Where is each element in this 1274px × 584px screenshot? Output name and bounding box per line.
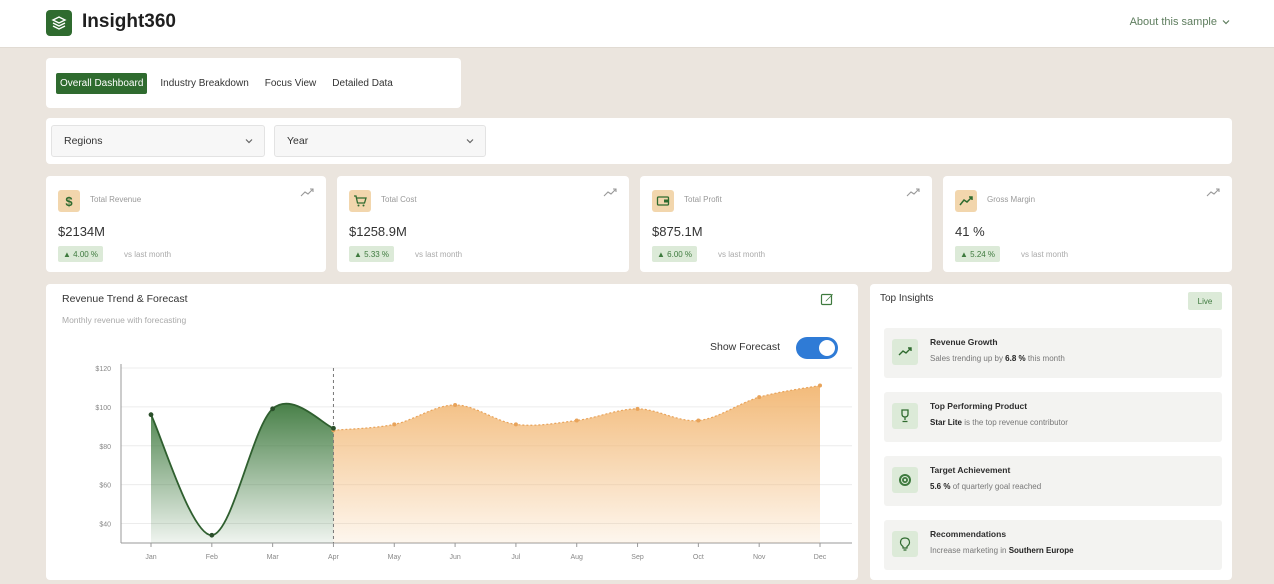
trend-up-icon (892, 339, 918, 365)
tab-overall-dashboard[interactable]: Overall Dashboard (56, 72, 148, 94)
app-title: Insight360 (82, 11, 176, 32)
kpi-change-badge: ▲ 4.00 % (58, 246, 104, 262)
y-tick-label: $80 (99, 444, 111, 451)
live-badge: Live (1188, 292, 1222, 310)
actual-point (209, 532, 215, 538)
kpi-value: 41 % (955, 224, 985, 239)
kpi-value: $875.1M (652, 224, 703, 239)
x-tick-label: Jan (145, 554, 156, 561)
insight-revenue-growth[interactable]: Revenue Growth Sales trending up by 6.8 … (884, 328, 1222, 378)
forecast-point (818, 383, 822, 388)
kpi-total-profit: Total Profit $875.1M ▲ 6.00 % vs last mo… (640, 176, 932, 272)
forecast-point (635, 406, 640, 411)
about-sample-menu[interactable]: About this sample (1130, 16, 1230, 28)
trend-up-icon (603, 188, 617, 197)
x-tick-label: Nov (753, 554, 766, 561)
insight-text: Increase marketing in Southern Europe (930, 546, 1074, 555)
year-select[interactable]: Year (274, 125, 486, 157)
tab-focus-view[interactable]: Focus View (262, 73, 320, 94)
target-icon (892, 467, 918, 493)
trend-icon (955, 190, 977, 212)
kpi-note: vs last month (415, 250, 463, 259)
actual-point (270, 406, 276, 412)
kpi-change-badge: ▲ 5.24 % (955, 246, 1001, 262)
x-tick-label: Mar (267, 554, 280, 561)
x-tick-label: Dec (814, 554, 827, 561)
kpi-gross-margin: Gross Margin 41 % ▲ 5.24 % vs last month (943, 176, 1232, 272)
y-tick-label: $60 (99, 483, 111, 490)
insight-title: Target Achievement (930, 465, 1011, 475)
top-insights-panel: Top Insights Live Revenue Growth Sales t… (870, 284, 1232, 580)
kpi-value: $1258.9M (349, 224, 407, 239)
x-tick-label: Jul (511, 554, 520, 561)
forecast-area (333, 385, 820, 543)
insight-title: Recommendations (930, 529, 1007, 539)
regions-select-label: Regions (64, 135, 103, 147)
y-tick-label: $120 (95, 366, 111, 373)
top-bar: Insight360 About this sample (0, 0, 1274, 48)
kpi-value: $2134M (58, 224, 105, 239)
kpi-note: vs last month (124, 250, 172, 259)
x-tick-label: Oct (693, 554, 704, 561)
cart-icon (349, 190, 371, 212)
regions-select[interactable]: Regions (51, 125, 265, 157)
x-tick-label: Sep (631, 554, 644, 561)
lightbulb-icon (892, 531, 918, 557)
x-tick-label: Jun (449, 554, 460, 561)
forecast-point (513, 422, 518, 427)
insight-title: Revenue Growth (930, 337, 998, 347)
kpi-label: Total Profit (684, 195, 722, 204)
insight-target-achievement[interactable]: Target Achievement 5.6 % of quarterly go… (884, 456, 1222, 506)
actual-point (331, 425, 336, 431)
kpi-note: vs last month (1021, 250, 1069, 259)
forecast-point (392, 422, 397, 427)
y-tick-label: $40 (99, 522, 111, 529)
kpi-note: vs last month (718, 250, 766, 259)
forecast-point (453, 402, 458, 407)
revenue-chart: $40 $60 $80 $100 $120 Jan Feb Mar Apr May Jun Jul Au… (95, 364, 852, 561)
wallet-icon (652, 190, 674, 212)
x-tick-label: Apr (328, 554, 340, 561)
insight-text: Sales trending up by 6.8 % this month (930, 354, 1065, 363)
dollar-icon: $ (58, 190, 80, 212)
revenue-chart-card: Revenue Trend & Forecast Monthly revenue… (46, 284, 858, 580)
insight-text: 5.6 % of quarterly goal reached (930, 482, 1042, 491)
y-tick-label: $100 (95, 405, 111, 412)
chevron-down-icon (245, 139, 253, 144)
about-sample-label: About this sample (1129, 16, 1217, 28)
insight-top-product[interactable]: Top Performing Product Star Lite is the … (884, 392, 1222, 442)
chevron-down-icon (466, 139, 474, 144)
tab-detailed-data[interactable]: Detailed Data (329, 73, 396, 94)
forecast-point (574, 418, 579, 423)
x-tick-label: May (388, 554, 402, 561)
trend-up-icon (1206, 188, 1220, 197)
tab-industry-breakdown[interactable]: Industry Breakdown (157, 73, 251, 94)
actual-area (151, 403, 334, 543)
trend-up-icon (300, 188, 314, 197)
trophy-icon (892, 403, 918, 429)
kpi-label: Total Cost (381, 195, 417, 204)
kpi-change-badge: ▲ 6.00 % (652, 246, 698, 262)
insights-title: Top Insights (880, 293, 934, 304)
filters-bar: Regions Year (46, 118, 1232, 164)
insight-title: Top Performing Product (930, 401, 1028, 411)
x-tick-label: Feb (206, 554, 218, 561)
year-select-label: Year (287, 135, 309, 147)
logo-icon (46, 10, 72, 36)
chevron-down-icon (1222, 20, 1230, 25)
kpi-change-badge: ▲ 5.33 % (349, 246, 395, 262)
forecast-point (757, 395, 762, 400)
insight-recommendations[interactable]: Recommendations Increase marketing in So… (884, 520, 1222, 570)
kpi-total-revenue: $ Total Revenue $2134M ▲ 4.00 % vs last … (46, 176, 326, 272)
kpi-total-cost: Total Cost $1258.9M ▲ 5.33 % vs last mon… (337, 176, 629, 272)
view-tabs: Overall Dashboard Industry Breakdown Foc… (46, 58, 461, 108)
insight-text: Star Lite is the top revenue contributor (930, 418, 1068, 427)
forecast-point (696, 418, 701, 423)
kpi-label: Gross Margin (987, 195, 1036, 204)
actual-point (148, 412, 154, 418)
trend-up-icon (906, 188, 920, 197)
kpi-label: Total Revenue (90, 195, 142, 204)
x-tick-label: Aug (570, 554, 583, 561)
